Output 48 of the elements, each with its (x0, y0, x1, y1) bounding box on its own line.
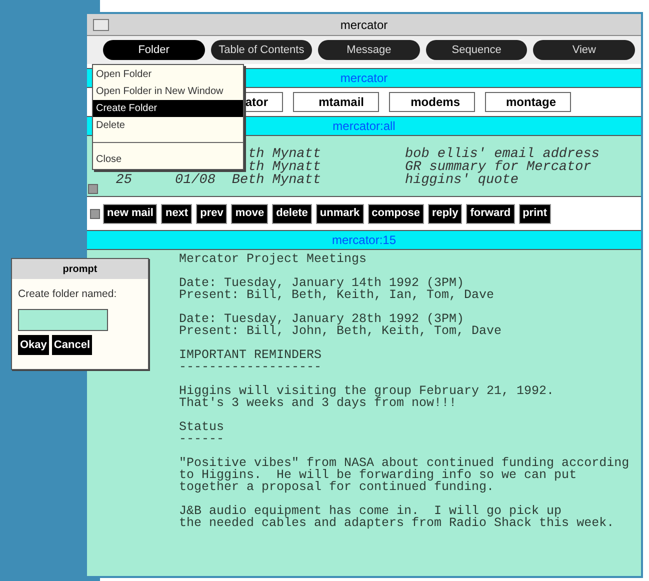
toolbar-button[interactable]: reply (428, 204, 462, 224)
folder-name-field[interactable] (18, 308, 108, 331)
window-title: mercator (340, 16, 388, 34)
window-menu-button[interactable] (93, 18, 109, 30)
mailbox-button[interactable]: modems (389, 92, 475, 112)
message-paragraph: J&B audio equipment has come in. I will go pick up the needed cables and adapters from Radio Shack this week. (179, 505, 616, 529)
menu-button[interactable]: View (533, 40, 635, 60)
toolbar-button[interactable]: prev (196, 204, 228, 224)
dialog-title-bar: prompt (12, 259, 148, 279)
menu-item[interactable]: Open Folder (93, 66, 243, 83)
message-sender: th Mynatt (247, 148, 321, 161)
toolbar-button[interactable]: print (518, 204, 552, 224)
toolbar-button[interactable]: unmark (316, 204, 364, 224)
menu-item[interactable]: Delete (93, 117, 243, 134)
scrollbar-thumb[interactable] (90, 208, 100, 218)
message-number: 25 (114, 174, 132, 187)
mailbox-button[interactable]: mtamail (293, 92, 379, 112)
message-subject: higgins' quote (405, 174, 518, 187)
scrollbar-thumb[interactable] (88, 184, 98, 194)
dialog-label: Create folder named: (17, 287, 118, 302)
mailbox-button[interactable]: montage (485, 92, 571, 112)
message-paragraph: Mercator Project Meetings (179, 253, 368, 265)
message-paragraph: "Positive vibes" from NASA about continued funding according to Higgins. He will be forwarding info so we can put together a proposal for continued funding. (179, 457, 630, 493)
message-paragraph: Higgins will visiting the group February 21, 1992. That's 3 weeks and 3 days from now!!! (179, 385, 556, 409)
message-subject: bob ellis' email address (405, 148, 600, 161)
toolbar-button[interactable]: delete (272, 204, 312, 224)
message-date: 01/08 (175, 174, 217, 187)
message-paragraph: IMPORTANT REMINDERS ------------------- (179, 349, 323, 373)
dialog-button[interactable]: Cancel (52, 334, 92, 355)
message-sender: Beth Mynatt (230, 174, 321, 187)
menu-item[interactable]: Create Folder (93, 100, 243, 117)
pane-title-bar: mercator:15 (87, 230, 641, 250)
toolbar-button[interactable]: new mail (103, 204, 158, 224)
toolbar-button[interactable]: forward (466, 204, 515, 224)
menu-button[interactable]: Sequence (426, 40, 528, 60)
message-sender: th Mynatt (248, 161, 321, 174)
message-paragraph: Date: Tuesday, January 14th 1992 (3PM) Present: Bill, Beth, Keith, Ian, Tom, Dave (179, 277, 496, 301)
message-paragraph: Date: Tuesday, January 28th 1992 (3PM) Present: Bill, John, Beth, Keith, Tom, Dave (179, 313, 503, 337)
dialog-button[interactable]: Okay (18, 334, 49, 355)
menu-button[interactable]: Table of Contents (210, 40, 312, 60)
menu-button[interactable]: Folder (103, 40, 205, 60)
toolbar-button[interactable]: compose (368, 204, 424, 224)
message-paragraph: Status ------ (179, 421, 226, 445)
toolbar-button[interactable]: move (231, 204, 268, 224)
menu-button[interactable]: Message (318, 40, 420, 60)
menu-item[interactable]: Close (93, 151, 243, 168)
message-subject: GR summary for Mercator (405, 161, 592, 174)
toolbar-button[interactable]: next (161, 204, 192, 224)
